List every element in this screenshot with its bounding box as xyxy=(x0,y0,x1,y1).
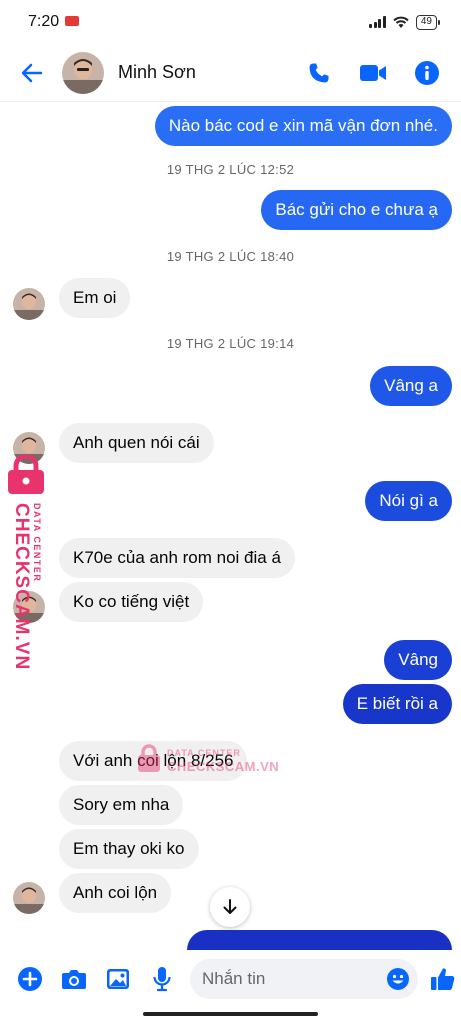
message-composer xyxy=(0,950,461,1008)
mic-icon xyxy=(153,967,171,992)
message-outgoing[interactable]: Bác gửi cho e chưa ạ xyxy=(261,190,452,230)
gallery-button[interactable] xyxy=(103,964,133,994)
arrow-down-icon xyxy=(223,899,237,914)
message-incoming[interactable]: Em oi xyxy=(59,278,131,318)
message-timestamp: 19 THG 2 LÚC 12:52 xyxy=(166,162,295,177)
status-time: 7:20 xyxy=(28,13,60,30)
message-input[interactable] xyxy=(202,969,372,989)
message-outgoing-partial[interactable] xyxy=(187,930,452,950)
signal-icon xyxy=(369,16,386,28)
home-indicator[interactable] xyxy=(143,1012,318,1016)
watermark-center: DATA CENTER CHECKSCAM.VN xyxy=(136,742,296,778)
camera-icon xyxy=(62,970,86,989)
back-arrow-icon xyxy=(21,63,43,82)
message-incoming[interactable]: Anh coi lộn xyxy=(59,873,172,913)
scroll-to-bottom-button[interactable] xyxy=(210,887,250,927)
message-incoming[interactable]: Em thay oki ko xyxy=(59,829,199,869)
lock-icon xyxy=(138,744,160,772)
audio-call-button[interactable] xyxy=(303,57,335,89)
conversation-header: Minh Sơn xyxy=(0,44,461,102)
watermark-side: CHECKSCAM.VN DATA CENTER xyxy=(4,455,52,670)
phone-icon xyxy=(309,63,329,82)
voice-message-button[interactable] xyxy=(147,964,177,994)
message-incoming[interactable]: Ko co tiếng việt xyxy=(59,582,204,622)
lock-icon xyxy=(8,455,44,494)
emoji-icon[interactable] xyxy=(386,967,410,991)
video-call-button[interactable] xyxy=(357,57,389,89)
like-button[interactable] xyxy=(428,964,458,994)
like-icon xyxy=(431,968,455,991)
back-button[interactable] xyxy=(14,55,50,91)
plus-icon xyxy=(18,967,42,991)
notification-app-icon xyxy=(65,16,80,26)
camera-button[interactable] xyxy=(59,964,89,994)
message-incoming[interactable]: Sory em nha xyxy=(59,785,184,825)
message-outgoing[interactable]: E biết rồi a xyxy=(342,684,452,724)
message-timestamp: 19 THG 2 LÚC 19:14 xyxy=(166,336,295,351)
message-outgoing[interactable]: Nào bác cod e xin mã vận đơn nhé. xyxy=(154,106,452,146)
sender-avatar[interactable] xyxy=(13,288,45,320)
info-icon xyxy=(415,60,439,85)
more-actions-button[interactable] xyxy=(15,964,45,994)
message-list[interactable]: Nào bác cod e xin mã vận đơn nhé. 19 THG… xyxy=(0,102,461,950)
message-outgoing[interactable]: Vâng xyxy=(384,640,452,680)
watermark-tagline-center: DATA CENTER xyxy=(167,748,241,758)
message-incoming[interactable]: Anh quen nói cái xyxy=(59,423,214,463)
watermark-brand: CHECKSCAM.VN xyxy=(11,503,32,671)
battery-indicator: 49 xyxy=(415,14,441,30)
status-bar: 7:20 49 xyxy=(0,0,461,44)
contact-name[interactable]: Minh Sơn xyxy=(118,62,196,83)
contact-avatar[interactable] xyxy=(62,51,104,94)
message-input-container xyxy=(190,959,418,999)
wifi-icon xyxy=(393,16,409,28)
status-icons: 49 xyxy=(369,14,441,30)
message-incoming[interactable]: K70e của anh rom noi đia á xyxy=(59,538,295,578)
watermark-tagline: DATA CENTER xyxy=(32,503,42,583)
watermark-brand-center: CHECKSCAM.VN xyxy=(167,759,280,774)
video-icon xyxy=(360,64,386,81)
message-timestamp: 19 THG 2 LÚC 18:40 xyxy=(166,249,295,264)
message-outgoing[interactable]: Nói gì a xyxy=(365,481,452,521)
message-outgoing[interactable]: Vâng a xyxy=(370,366,452,406)
sender-avatar[interactable] xyxy=(13,882,45,914)
header-actions xyxy=(303,57,443,89)
image-icon xyxy=(107,969,129,989)
conversation-info-button[interactable] xyxy=(411,57,443,89)
